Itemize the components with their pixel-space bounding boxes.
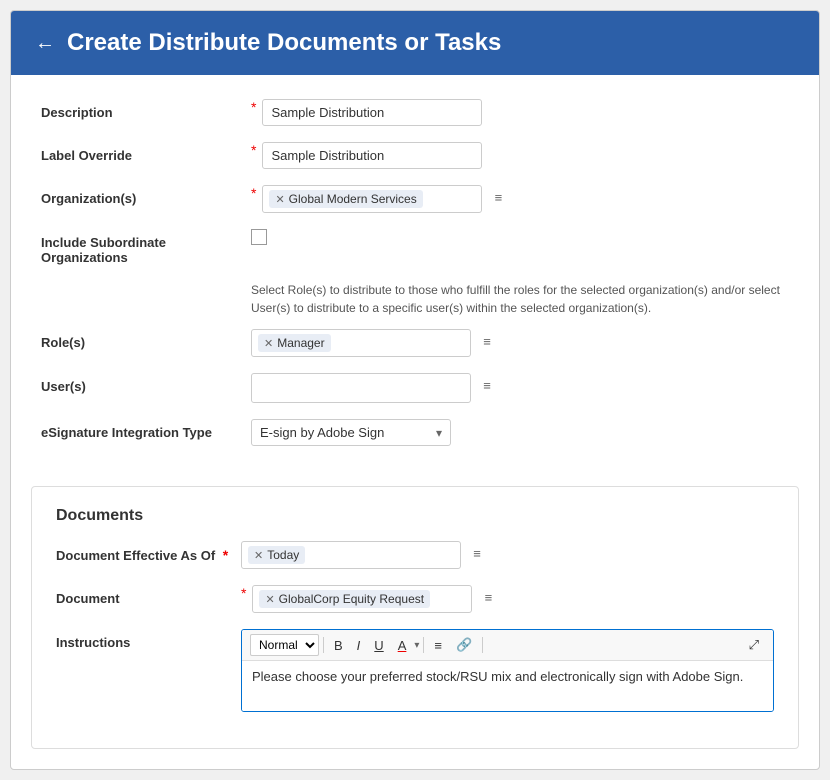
organization-label: Organization(s) <box>41 185 251 206</box>
toolbar-style-select[interactable]: Normal <box>250 634 319 656</box>
toolbar-divider-3 <box>482 637 483 653</box>
toolbar-list-button[interactable]: ≡ <box>428 635 448 656</box>
document-required: * <box>241 585 246 601</box>
subordinate-row: Include Subordinate Organizations <box>41 229 789 265</box>
document-label: Document <box>56 585 241 606</box>
description-row: Description * <box>41 99 789 126</box>
toolbar-expand-button[interactable]: ⤢ <box>743 634 765 656</box>
instructions-control: Normal B I U A ▾ ≡ 🔗 ⤢ Please <box>241 629 774 712</box>
toolbar-bold-button[interactable]: B <box>328 635 349 656</box>
toolbar-italic-button[interactable]: I <box>351 635 367 656</box>
organization-chip: ✕ Global Modern Services <box>269 190 422 208</box>
documents-section: Documents Document Effective As Of * ✕ T… <box>31 486 799 749</box>
toolbar-divider-2 <box>423 637 424 653</box>
esignature-control: E-sign by Adobe Sign ▾ <box>251 419 789 446</box>
doc-effective-chip-label: Today <box>267 548 299 562</box>
doc-effective-chips: ✕ Today <box>248 546 454 564</box>
organization-chip-label: Global Modern Services <box>289 192 417 206</box>
page-wrapper: ← Create Distribute Documents or Tasks D… <box>10 10 820 770</box>
organization-required: * <box>251 185 256 201</box>
doc-effective-chip: ✕ Today <box>248 546 305 564</box>
organization-chip-remove[interactable]: ✕ <box>275 193 284 206</box>
toolbar-divider-1 <box>323 637 324 653</box>
organization-list-icon[interactable]: ≡ <box>486 185 510 209</box>
info-text: Select Role(s) to distribute to those wh… <box>41 281 789 317</box>
toolbar-color-arrow[interactable]: ▾ <box>414 640 419 651</box>
label-override-row: Label Override * <box>41 142 789 169</box>
description-input[interactable] <box>262 99 482 126</box>
doc-effective-field[interactable]: ✕ Today <box>241 541 461 569</box>
description-required: * <box>251 99 256 115</box>
document-chip: ✕ GlobalCorp Equity Request <box>259 590 430 608</box>
roles-chip: ✕ Manager <box>258 334 331 352</box>
users-label: User(s) <box>41 373 251 394</box>
instructions-label: Instructions <box>56 629 241 650</box>
label-override-input[interactable] <box>262 142 482 169</box>
doc-effective-list-icon[interactable]: ≡ <box>465 541 489 565</box>
main-form: Description * Label Override * Organizat… <box>11 75 819 486</box>
roles-chip-remove[interactable]: ✕ <box>264 337 273 350</box>
esignature-row: eSignature Integration Type E-sign by Ad… <box>41 419 789 446</box>
document-row: Document * ✕ GlobalCorp Equity Request ≡ <box>56 585 774 613</box>
doc-effective-label: Document Effective As Of * <box>56 541 241 563</box>
instructions-row: Instructions Normal B I U A ▾ ≡ <box>56 629 774 712</box>
roles-list-icon[interactable]: ≡ <box>475 329 499 353</box>
users-row: User(s) ≡ <box>41 373 789 403</box>
subordinate-checkbox[interactable] <box>251 229 267 245</box>
roles-label: Role(s) <box>41 329 251 350</box>
toolbar-underline-button[interactable]: U <box>368 635 389 656</box>
label-override-label: Label Override <box>41 142 251 163</box>
doc-effective-row: Document Effective As Of * ✕ Today ≡ <box>56 541 774 569</box>
roles-control: ✕ Manager ≡ <box>251 329 789 357</box>
esignature-value: E-sign by Adobe Sign <box>260 425 384 440</box>
esignature-label: eSignature Integration Type <box>41 419 251 440</box>
document-chip-remove[interactable]: ✕ <box>265 593 274 606</box>
doc-effective-control: ✕ Today ≡ <box>241 541 774 569</box>
esignature-select[interactable]: E-sign by Adobe Sign ▾ <box>251 419 451 446</box>
roles-chips: ✕ Manager <box>258 334 464 352</box>
back-button[interactable]: ← <box>35 32 55 55</box>
instructions-editor[interactable]: Normal B I U A ▾ ≡ 🔗 ⤢ Please <box>241 629 774 712</box>
description-label: Description <box>41 99 251 120</box>
subordinate-control <box>251 229 789 245</box>
users-field[interactable] <box>251 373 471 403</box>
users-control: ≡ <box>251 373 789 403</box>
organization-control: * ✕ Global Modern Services ≡ <box>251 185 789 213</box>
page-title: Create Distribute Documents or Tasks <box>67 29 501 57</box>
doc-effective-required: * <box>223 547 228 563</box>
document-chips: ✕ GlobalCorp Equity Request <box>259 590 465 608</box>
roles-field[interactable]: ✕ Manager <box>251 329 471 357</box>
editor-toolbar: Normal B I U A ▾ ≡ 🔗 ⤢ <box>242 630 773 661</box>
document-field[interactable]: ✕ GlobalCorp Equity Request <box>252 585 472 613</box>
label-override-required: * <box>251 142 256 158</box>
doc-effective-chip-remove[interactable]: ✕ <box>254 549 263 562</box>
document-chip-label: GlobalCorp Equity Request <box>279 592 424 606</box>
header: ← Create Distribute Documents or Tasks <box>11 11 819 75</box>
roles-chip-label: Manager <box>277 336 324 350</box>
roles-row: Role(s) ✕ Manager ≡ <box>41 329 789 357</box>
editor-content[interactable]: Please choose your preferred stock/RSU m… <box>242 661 773 711</box>
description-control: * <box>251 99 789 126</box>
organization-field[interactable]: ✕ Global Modern Services <box>262 185 482 213</box>
organization-chips: ✕ Global Modern Services <box>269 190 475 208</box>
organization-row: Organization(s) * ✕ Global Modern Servic… <box>41 185 789 213</box>
toolbar-link-button[interactable]: 🔗 <box>450 634 478 656</box>
document-list-icon[interactable]: ≡ <box>476 585 500 609</box>
label-override-control: * <box>251 142 789 169</box>
chevron-down-icon: ▾ <box>436 426 442 440</box>
toolbar-text-color-button[interactable]: A <box>392 635 413 656</box>
users-list-icon[interactable]: ≡ <box>475 373 499 397</box>
documents-title: Documents <box>56 507 774 525</box>
subordinate-label: Include Subordinate Organizations <box>41 229 251 265</box>
document-control: * ✕ GlobalCorp Equity Request ≡ <box>241 585 774 613</box>
